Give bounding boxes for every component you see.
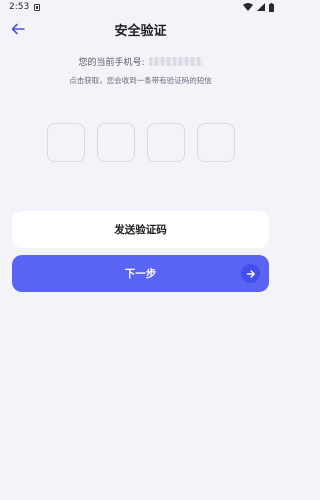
code-digit-box[interactable] [147,123,185,162]
status-bar: 2:53 [0,0,281,14]
next-step-button[interactable]: 下一步 [12,255,269,292]
verification-code-input[interactable] [47,123,235,163]
next-step-label: 下一步 [124,268,157,280]
sms-hint-text: 点击获取，您会收到一条带有验证码的短信 [69,76,212,85]
top-bar: 安全验证 [0,14,281,44]
send-code-button[interactable]: 发送验证码 [12,211,269,248]
code-digit-box[interactable] [197,123,235,162]
arrow-right-icon [241,264,260,283]
battery-icon [269,2,274,12]
status-time: 2:53 [9,2,30,12]
status-right [243,2,274,12]
wifi-icon [243,3,253,11]
code-digit-box[interactable] [97,123,135,162]
status-left: 2:53 [9,2,41,12]
phone-number-line: 您的当前手机号: [0,55,281,68]
signal-icon [257,3,265,11]
phone-label: 您的当前手机号: [78,58,145,68]
page-title: 安全验证 [114,24,167,39]
notification-icon [34,3,41,11]
code-digit-box[interactable] [47,123,85,162]
masked-phone-number [148,57,203,66]
